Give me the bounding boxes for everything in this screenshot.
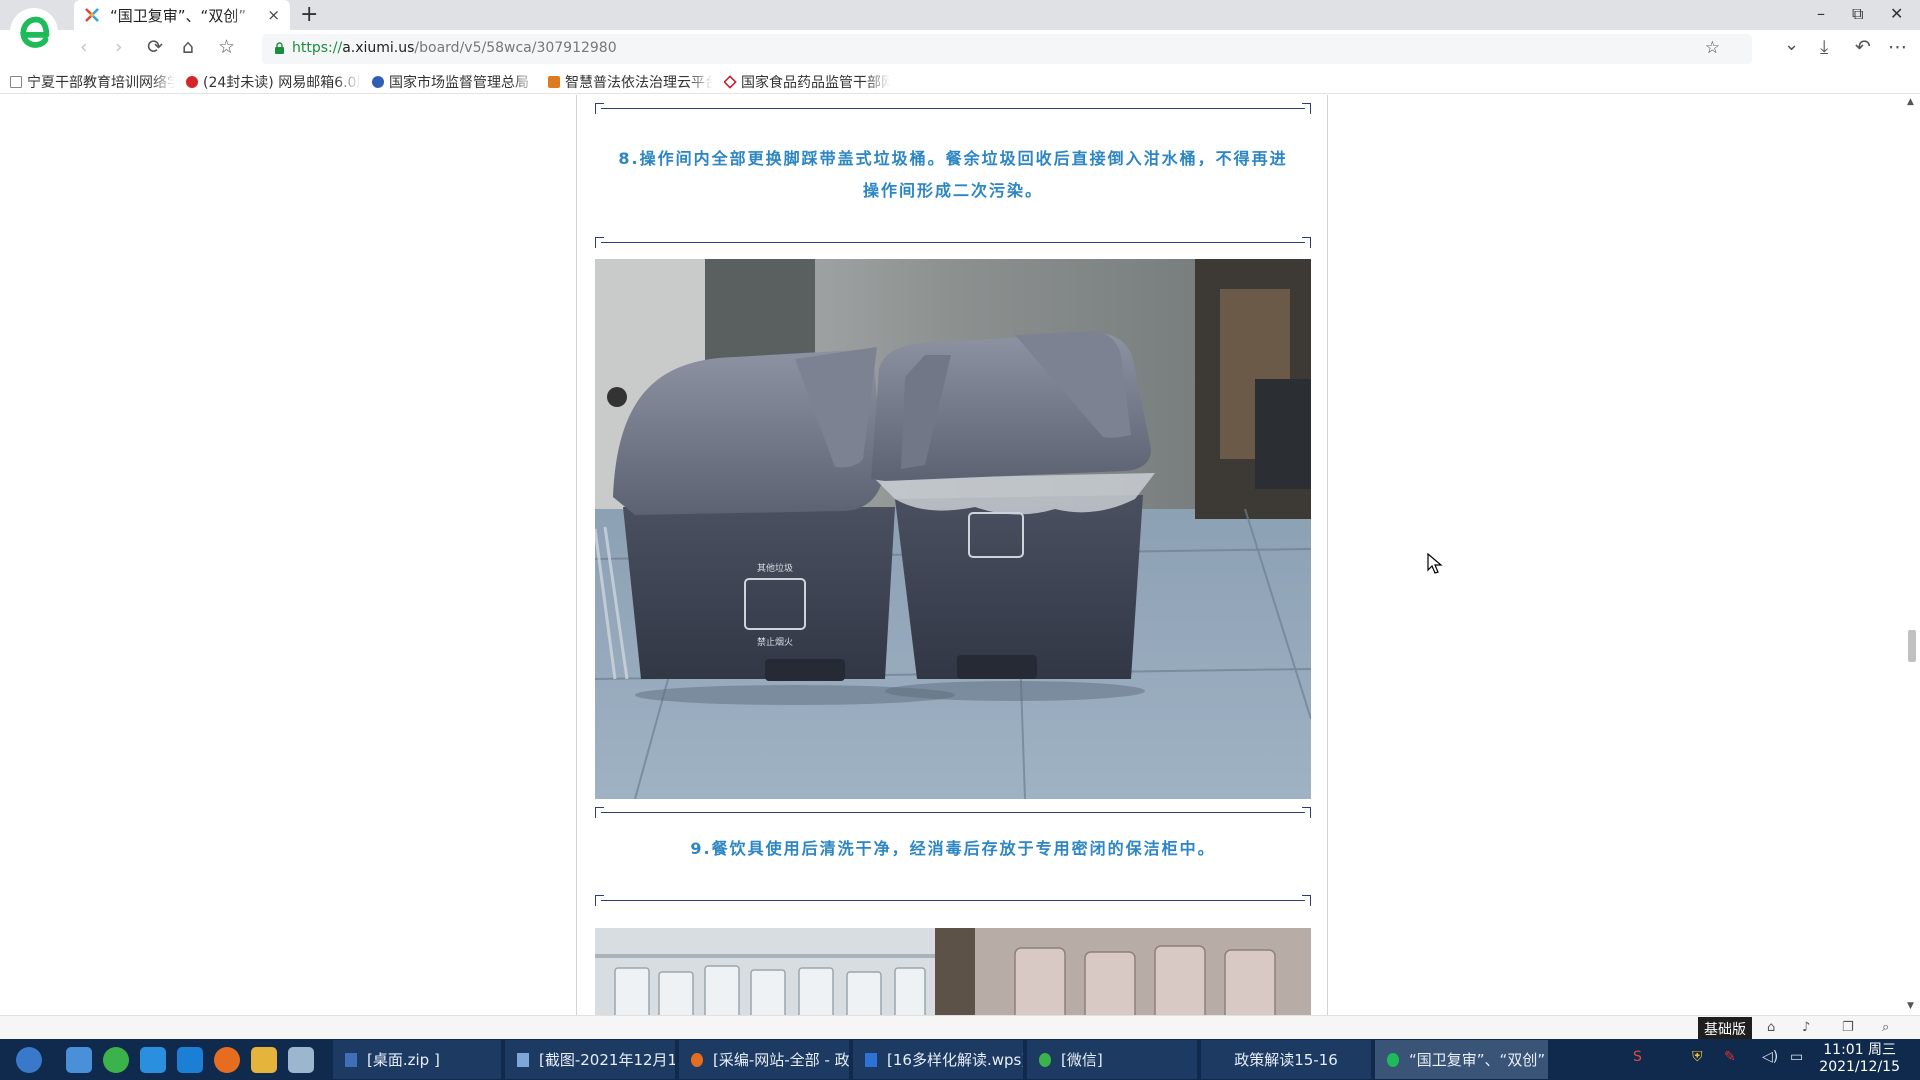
- speaker-icon[interactable]: ♪: [1802, 1020, 1810, 1035]
- input-method-icon[interactable]: S: [1633, 1049, 1642, 1065]
- more-menu-icon[interactable]: ⋯: [1888, 36, 1907, 58]
- address-bar[interactable]: https://a.xiumi.us/board/v5/58wca/307912…: [262, 34, 1752, 64]
- article-body: 8.操作间内全部更换脚踩带盖式垃圾桶。餐余垃圾回收后直接倒入泔水桶，不得再进 操…: [576, 95, 1328, 1015]
- wechat-icon[interactable]: [103, 1047, 129, 1073]
- screenshot-icon: [517, 1052, 529, 1067]
- section-divider: [595, 103, 1311, 115]
- undo-close-icon[interactable]: ↶: [1855, 36, 1871, 58]
- ofd-reader-icon[interactable]: [177, 1047, 203, 1073]
- taskbar-item[interactable]: [16多样化解读.wps]: [853, 1040, 1023, 1079]
- dropdown-icon[interactable]: ⌄: [1784, 34, 1799, 55]
- bin-label-top: 其他垃圾: [757, 562, 793, 574]
- wps-doc-icon: [865, 1052, 877, 1067]
- security-icon[interactable]: [66, 1047, 92, 1073]
- archive-icon: [345, 1052, 357, 1067]
- taskbar-item[interactable]: [桌面.zip ]: [333, 1040, 501, 1079]
- section-divider: [595, 807, 1311, 819]
- browser-tab-active[interactable]: “国卫复审”、“双创” ×: [74, 0, 290, 30]
- system-clock[interactable]: 11:01 周三 2021/12/15: [1819, 1042, 1900, 1076]
- browser-logo-icon: [1387, 1052, 1399, 1067]
- page-icon: [10, 76, 22, 88]
- bookmark-item[interactable]: 宁夏干部教育培训网络学院: [10, 72, 175, 92]
- minimize-button[interactable]: –: [1817, 4, 1825, 23]
- wechat-icon: [1039, 1052, 1051, 1067]
- bookmark-item[interactable]: (24封未读) 网易邮箱6.0版: [186, 72, 361, 92]
- page-scrollbar[interactable]: ▲ ▼: [1904, 95, 1920, 1015]
- url-text: https://a.xiumi.us/board/v5/58wca/307912…: [292, 40, 617, 56]
- bookmarks-bar: 宁夏干部教育培训网络学院 (24封未读) 网易邮箱6.0版 国家市场监督管理总局…: [0, 68, 1920, 94]
- shield-icon[interactable]: ⛨: [1692, 1049, 1703, 1065]
- samr-emblem-icon: [372, 76, 384, 88]
- bookmark-item[interactable]: 国家市场监督管理总局: [372, 72, 537, 92]
- bag-icon[interactable]: ⌂: [1767, 1020, 1775, 1035]
- start-menu-icon[interactable]: [16, 1047, 42, 1073]
- volume-icon[interactable]: ◁): [1762, 1049, 1778, 1065]
- lock-icon: [275, 42, 284, 54]
- law-cloud-icon: [548, 76, 560, 88]
- favorite-button[interactable]: ☆: [218, 36, 235, 58]
- scroll-up-icon[interactable]: ▲: [1907, 97, 1914, 107]
- xiumi-favicon: [85, 8, 99, 22]
- bookmark-item[interactable]: 智慧普法依法治理云平台: [548, 72, 713, 92]
- forward-button[interactable]: ›: [115, 36, 123, 58]
- home-button[interactable]: ⌂: [182, 36, 194, 58]
- section-divider: [595, 895, 1311, 907]
- window-icon[interactable]: ❐: [1842, 1020, 1854, 1035]
- netease-mail-icon: [186, 76, 198, 88]
- caption-item-8: 8.操作间内全部更换脚踩带盖式垃圾桶。餐余垃圾回收后直接倒入泔水桶，不得再进 操…: [618, 149, 1288, 200]
- taskbar-item[interactable]: [微信]: [1027, 1040, 1197, 1079]
- recycle-bin-icon[interactable]: [288, 1047, 314, 1073]
- scroll-down-icon[interactable]: ▼: [1907, 1001, 1914, 1011]
- network-icon[interactable]: ▭: [1790, 1049, 1803, 1065]
- download-icon[interactable]: ⤓: [1820, 36, 1828, 58]
- bookmark-item[interactable]: 国家食品药品监管干部网络培训: [724, 72, 890, 92]
- browser-navbar: ‹ › ⟳ ⌂ ☆ https://a.xiumi.us/board/v5/58…: [0, 30, 1920, 68]
- section-divider: [595, 237, 1311, 249]
- photo-cabinet-glasses: [595, 928, 1311, 1015]
- photo-trash-bins: 其他垃圾 禁止烟火: [595, 259, 1311, 799]
- firefox-icon: [691, 1052, 703, 1067]
- browser-statusbar: 基础版 ⌂ ♪ ❐ ⌕: [0, 1015, 1920, 1039]
- browser-titlebar: “国卫复审”、“双创” × + – ⧉ ✕: [0, 0, 1920, 30]
- zoom-icon[interactable]: ⌕: [1882, 1020, 1889, 1035]
- back-button[interactable]: ‹: [80, 36, 88, 58]
- tab-close-icon[interactable]: ×: [267, 6, 280, 24]
- taskbar-item[interactable]: [截图-2021年12月15日]: [505, 1040, 675, 1079]
- firefox-icon[interactable]: [214, 1047, 240, 1073]
- caption-item-9: 9.餐饮具使用后清洗干净，经消毒后存放于专用密闭的保洁柜中。: [690, 839, 1216, 858]
- restore-button[interactable]: ⧉: [1852, 4, 1863, 24]
- reload-button[interactable]: ⟳: [147, 36, 163, 58]
- taskbar-item-active[interactable]: “国卫复审”、“双创”: [1375, 1040, 1548, 1079]
- signature-icon[interactable]: ✎: [1724, 1049, 1736, 1065]
- mail-icon[interactable]: [140, 1047, 166, 1073]
- page-viewport: 8.操作间内全部更换脚踩带盖式垃圾桶。餐余垃圾回收后直接倒入泔水桶，不得再进 操…: [0, 95, 1920, 1015]
- tab-title: “国卫复审”、“双创”: [110, 6, 247, 25]
- system-taskbar: [桌面.zip ] [截图-2021年12月15日] [采编-网站-全部 - 政…: [0, 1039, 1920, 1080]
- bin-label-bottom: 禁止烟火: [757, 636, 793, 648]
- mouse-cursor-icon: [1427, 553, 1443, 574]
- close-window-button[interactable]: ✕: [1890, 4, 1903, 23]
- bookmark-star-icon[interactable]: ☆: [1705, 38, 1720, 58]
- edition-badge[interactable]: 基础版: [1698, 1017, 1752, 1039]
- new-tab-button[interactable]: +: [300, 2, 318, 27]
- browser-logo-icon: [10, 8, 58, 56]
- taskbar-item[interactable]: [采编-网站-全部 - 政策]: [679, 1040, 849, 1079]
- scrollbar-thumb[interactable]: [1908, 630, 1916, 662]
- taskbar-item[interactable]: 政策解读15-16: [1201, 1040, 1371, 1079]
- file-manager-icon[interactable]: [251, 1047, 277, 1073]
- food-drug-icon: [724, 75, 737, 89]
